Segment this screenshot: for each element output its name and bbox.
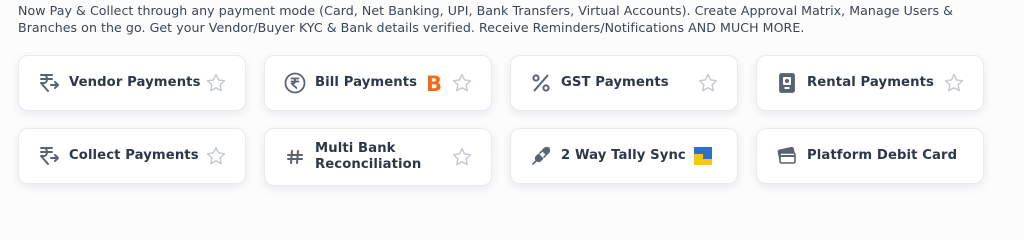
rupee-circle-icon: [283, 71, 307, 95]
card-label: Bill Payments: [315, 75, 418, 90]
rental-document-icon: [775, 71, 799, 95]
card-platform-debit-card[interactable]: Platform Debit Card: [756, 128, 984, 184]
bill-brand-letter: B: [426, 72, 442, 94]
star-icon[interactable]: [943, 72, 965, 94]
debit-card-icon: [775, 144, 799, 168]
card-label: 2 Way Tally Sync: [561, 148, 686, 163]
intro-line-1: Now Pay & Collect through any payment mo…: [18, 3, 954, 18]
intro-line-2: Branches on the go. Get your Vendor/Buye…: [18, 20, 805, 35]
card-collect-payments[interactable]: Collect Payments: [18, 128, 246, 184]
star-icon[interactable]: [451, 72, 473, 94]
tally-brand-logo: [694, 147, 712, 165]
card-label: Vendor Payments: [69, 75, 201, 90]
hash-icon: [283, 145, 307, 169]
star-icon[interactable]: [697, 72, 719, 94]
card-label: Platform Debit Card: [807, 148, 958, 163]
card-multi-bank-reconciliation[interactable]: Multi Bank Reconciliation: [264, 128, 492, 186]
rupee-arrows-icon: [37, 144, 61, 168]
plug-icon: [529, 144, 553, 168]
star-icon[interactable]: [451, 146, 473, 168]
card-vendor-payments[interactable]: Vendor Payments: [18, 55, 246, 111]
card-label: Collect Payments: [69, 148, 199, 163]
rupee-arrows-icon: [37, 71, 61, 95]
card-gst-payments[interactable]: GST Payments: [510, 55, 738, 111]
star-icon[interactable]: [205, 145, 227, 167]
card-bill-payments[interactable]: Bill Payments B: [264, 55, 492, 111]
card-label: GST Payments: [561, 75, 669, 90]
percent-icon: [529, 71, 553, 95]
card-label: Multi Bank Reconciliation: [315, 141, 422, 172]
card-label: Rental Payments: [807, 75, 934, 90]
star-icon[interactable]: [205, 72, 227, 94]
intro-text: Now Pay & Collect through any payment mo…: [18, 2, 1008, 36]
bill-brand-logo: B: [426, 72, 442, 96]
card-rental-payments[interactable]: Rental Payments: [756, 55, 984, 111]
card-tally-sync[interactable]: 2 Way Tally Sync: [510, 128, 738, 184]
